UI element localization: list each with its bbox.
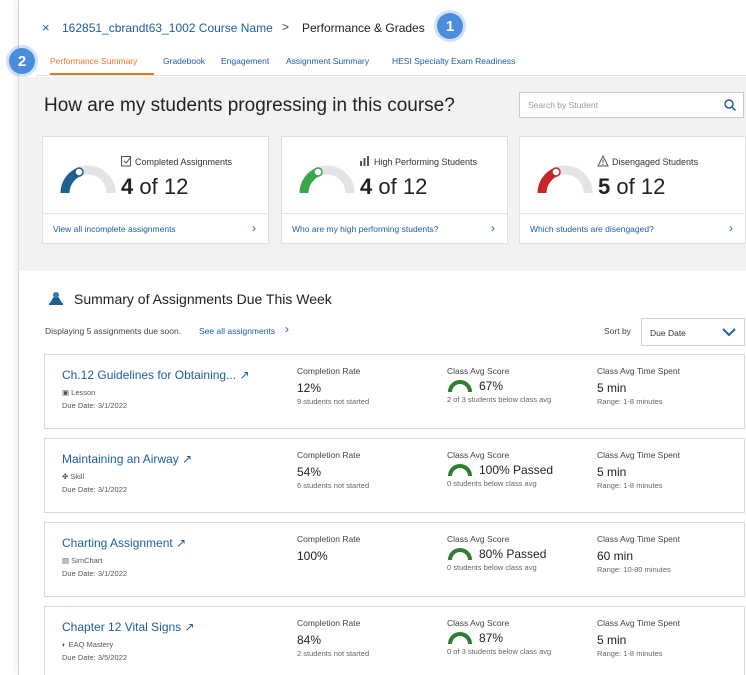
score-gauge-icon <box>448 548 472 561</box>
time-column: Class Avg Time Spent 5 min Range: 1-8 mi… <box>597 618 680 658</box>
tab-engagement[interactable]: Engagement <box>221 56 269 66</box>
chevron-right-icon: > <box>282 20 290 34</box>
assignment-row: Charting Assignment ↗ ▤ SimChart Due Dat… <box>44 522 745 597</box>
tab-hesi-readiness[interactable]: HESI Specialty Exam Readiness <box>392 56 515 66</box>
clipboard-icon <box>121 156 132 167</box>
assignment-type: ▣ Lesson <box>62 388 96 397</box>
score-gauge-icon <box>448 464 472 477</box>
due-date: Due Date: 3/1/2022 <box>62 569 128 578</box>
card-count: 4 of 12 <box>360 174 428 199</box>
page-title: How are my students progressing in this … <box>44 95 455 116</box>
search-input[interactable]: Search by Student <box>519 92 744 118</box>
high-performers-link[interactable]: Who are my high performing students? <box>292 224 438 234</box>
tab-assignment-summary[interactable]: Assignment Summary <box>286 56 369 66</box>
completion-column: Completion Rate 100% <box>297 534 361 563</box>
search-icon[interactable] <box>723 98 737 112</box>
see-all-assignments-link[interactable]: See all assignments <box>199 326 275 336</box>
sort-select[interactable]: Due Date <box>641 318 745 346</box>
active-tab-indicator <box>50 73 154 75</box>
external-link-icon: ↗ <box>184 620 195 634</box>
warning-icon <box>597 155 609 167</box>
score-gauge-icon <box>448 380 472 393</box>
gauge-icon <box>60 165 116 194</box>
time-column: Class Avg Time Spent 60 min Range: 10-80… <box>597 534 680 574</box>
tab-performance-summary[interactable]: Performance Summary <box>50 56 137 66</box>
disengaged-students-card: Disengaged Students 5 of 12 Which studen… <box>519 136 746 244</box>
chevron-right-icon[interactable]: › <box>729 221 733 235</box>
assignment-name-link[interactable]: Maintaining an Airway ↗ <box>62 452 192 466</box>
chevron-right-icon[interactable]: › <box>252 221 256 235</box>
close-icon[interactable]: × <box>42 20 50 35</box>
card-title: Disengaged Students <box>612 157 699 167</box>
divider <box>520 213 745 214</box>
divider <box>43 213 268 214</box>
due-date: Due Date: 3/1/2022 <box>62 485 128 494</box>
external-link-icon: ↗ <box>239 368 250 382</box>
score-column: Class Avg Score 87% 0 of 3 students belo… <box>447 618 552 656</box>
card-title: Completed Assignments <box>135 157 233 167</box>
callout-badge-2: 2 <box>9 48 35 74</box>
breadcrumb: × 162851_cbrandt63_1002 Course Name > Pe… <box>18 12 746 46</box>
chevron-right-icon[interactable]: › <box>491 221 495 235</box>
completion-column: Completion Rate 54% 6 students not start… <box>297 450 370 490</box>
section-title: Summary of Assignments Due This Week <box>74 291 332 307</box>
assignment-row: Maintaining an Airway ↗ ✤ Skill Due Date… <box>44 438 745 513</box>
assignment-type: ✤ Skill <box>62 472 85 481</box>
gauge-icon <box>537 165 593 194</box>
card-count: 5 of 12 <box>598 174 666 199</box>
time-column: Class Avg Time Spent 5 min Range: 1-8 mi… <box>597 450 680 490</box>
assignment-type: ◐ EAQ Mastery <box>62 640 114 649</box>
gauge-icon <box>299 165 355 194</box>
time-column: Class Avg Time Spent 5 min Range: 1-8 mi… <box>597 366 680 406</box>
card-count: 4 of 12 <box>121 174 189 199</box>
completed-assignments-card: Completed Assignments 4 of 12 View all i… <box>42 136 269 244</box>
high-performing-card: High Performing Students 4 of 12 Who are… <box>281 136 508 244</box>
sort-label: Sort by <box>604 326 631 336</box>
completion-column: Completion Rate 84% 2 students not start… <box>297 618 370 658</box>
completion-column: Completion Rate 12% 9 students not start… <box>297 366 370 406</box>
bar-chart-icon <box>360 156 369 166</box>
assignment-name-link[interactable]: Charting Assignment ↗ <box>62 536 186 550</box>
breadcrumb-course-link[interactable]: 162851_cbrandt63_1002 Course Name <box>62 21 273 35</box>
divider <box>282 213 507 214</box>
score-gauge-icon <box>448 632 472 645</box>
card-title: High Performing Students <box>374 157 478 167</box>
score-column: Class Avg Score 100% Passed 0 students b… <box>447 450 554 488</box>
sort-value: Due Date <box>650 328 686 338</box>
assignment-row: Ch.12 Guidelines for Obtaining... ↗ ▣ Le… <box>44 354 745 429</box>
displaying-count: Displaying 5 assignments due soon. <box>45 326 182 336</box>
assignment-name-link[interactable]: Chapter 12 Vital Signs ↗ <box>62 620 195 634</box>
due-date: Due Date: 3/5/2022 <box>62 653 128 662</box>
tab-bar: Performance Summary Gradebook Engagement… <box>36 44 746 76</box>
score-column: Class Avg Score 67% 2 of 3 students belo… <box>447 366 552 404</box>
breadcrumb-current: Performance & Grades <box>302 21 425 35</box>
search-placeholder: Search by Student <box>528 100 598 110</box>
assignment-name-link[interactable]: Ch.12 Guidelines for Obtaining... ↗ <box>62 368 250 382</box>
disengaged-link[interactable]: Which students are disengaged? <box>530 224 654 234</box>
score-column: Class Avg Score 80% Passed 0 students be… <box>447 534 547 572</box>
calendar-icon <box>49 292 63 305</box>
external-link-icon: ↗ <box>176 536 187 550</box>
external-link-icon: ↗ <box>182 452 193 466</box>
assignment-type: ▤ SimChart <box>62 556 103 565</box>
assignment-row: Chapter 12 Vital Signs ↗ ◐ EAQ Mastery D… <box>44 606 745 675</box>
callout-badge-1: 1 <box>437 13 463 39</box>
chevron-right-icon[interactable]: › <box>285 322 289 336</box>
tab-gradebook[interactable]: Gradebook <box>163 56 205 66</box>
due-date: Due Date: 3/1/2022 <box>62 401 128 410</box>
chevron-down-icon <box>722 328 736 337</box>
view-incomplete-link[interactable]: View all incomplete assignments <box>53 224 176 234</box>
